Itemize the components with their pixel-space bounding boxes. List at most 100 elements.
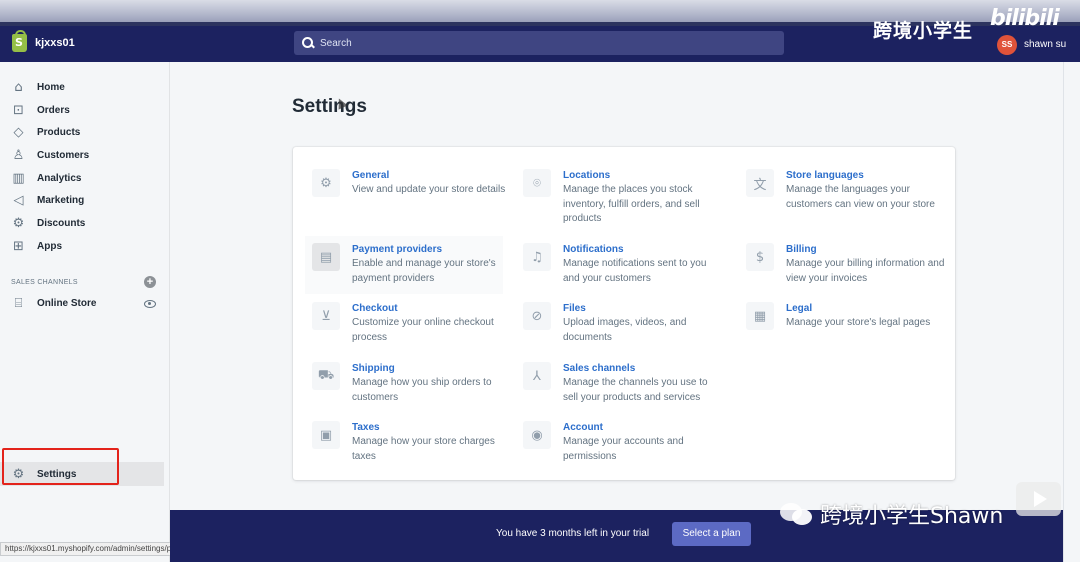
megaphone-icon: ◁	[13, 193, 24, 209]
page-title: Settings	[292, 96, 367, 117]
tile-title: General	[352, 170, 390, 181]
wechat-icon	[780, 501, 814, 527]
sidebar-item-products[interactable]: ◇ Products	[0, 121, 170, 144]
tile-desc: Manage the channels you use to sell your…	[563, 377, 708, 403]
select-plan-button[interactable]: Select a plan	[672, 522, 751, 546]
tile-title: Store languages	[786, 170, 864, 181]
tile-notifications[interactable]: ♫ Notifications Manage notifications sen…	[523, 243, 723, 286]
sidebar-item-label: Discounts	[37, 217, 86, 229]
orders-icon: ⊡	[13, 102, 24, 118]
tile-taxes[interactable]: ▣ Taxes Manage how your store charges ta…	[312, 421, 512, 464]
tile-checkout[interactable]: ⊻ Checkout Customize your online checkou…	[312, 302, 512, 345]
tile-store-languages[interactable]: 文 Store languages Manage the languages y…	[746, 169, 946, 212]
account-icon: ◉	[523, 421, 551, 449]
tile-title: Payment providers	[352, 244, 443, 255]
search-input[interactable]: Search	[294, 31, 784, 55]
sidebar-item-marketing[interactable]: ◁ Marketing	[0, 189, 170, 212]
search-icon	[302, 37, 314, 49]
home-icon: ⌂	[14, 79, 23, 95]
sidebar-item-label: Products	[37, 127, 81, 139]
sidebar-item-online-store[interactable]: ⌸ Online Store	[11, 296, 156, 311]
tile-title: Locations	[563, 170, 611, 181]
store-icon: ⌸	[14, 296, 23, 311]
user-name[interactable]: shawn su	[1024, 39, 1066, 50]
location-pin-icon: ⌾	[523, 169, 551, 197]
tile-payment-providers[interactable]: ▤ Payment providers Enable and manage yo…	[305, 236, 503, 294]
trial-text: You have 3 months left in your trial	[496, 528, 650, 539]
watermark-text: 跨境小学生	[873, 20, 974, 42]
tile-desc: Manage how you ship orders to customers	[352, 377, 492, 403]
billing-icon: $	[746, 243, 774, 271]
legal-icon: ▦	[746, 302, 774, 330]
taxes-icon: ▣	[312, 421, 340, 449]
bilibili-logo: bilibili	[990, 6, 1060, 31]
tile-legal[interactable]: ▦ Legal Manage your store's legal pages	[746, 302, 946, 331]
shopify-logo-icon	[12, 30, 27, 52]
eye-icon[interactable]	[144, 299, 156, 308]
search-placeholder: Search	[320, 37, 352, 49]
tile-title: Billing	[786, 244, 817, 255]
tile-shipping[interactable]: ⛟ Shipping Manage how you ship orders to…	[312, 362, 512, 405]
tile-desc: Enable and manage your store's payment p…	[352, 258, 496, 284]
truck-icon: ⛟	[312, 362, 340, 390]
tile-title: Files	[563, 303, 586, 314]
discount-icon: ⚙	[12, 215, 25, 231]
tile-desc: Customize your online checkout process	[352, 317, 494, 343]
tile-locations[interactable]: ⌾ Locations Manage the places you stock …	[523, 169, 723, 227]
sidebar-item-label: Home	[37, 81, 65, 93]
play-icon	[1016, 482, 1061, 516]
tile-billing[interactable]: $ Billing Manage your billing informatio…	[746, 243, 946, 286]
sidebar-item-orders[interactable]: ⊡ Orders	[0, 99, 170, 122]
avatar[interactable]: SS	[997, 35, 1017, 55]
tile-desc: Upload images, videos, and documents	[563, 317, 687, 343]
sales-channels-header: SALES CHANNELS +	[11, 276, 156, 288]
tile-title: Notifications	[563, 244, 624, 255]
sidebar-item-home[interactable]: ⌂ Home	[0, 76, 170, 99]
tile-desc: Manage the languages your customers can …	[786, 184, 935, 210]
person-icon: ♙	[12, 147, 25, 163]
sidebar-item-apps[interactable]: ⊞ Apps	[0, 235, 170, 258]
tile-title: Taxes	[352, 422, 380, 433]
apps-icon: ⊞	[13, 238, 24, 254]
tile-desc: Manage your billing information and view…	[786, 258, 945, 284]
tile-desc: Manage your store's legal pages	[786, 317, 931, 328]
watermark-overlay: 跨境小学生Shawn	[780, 498, 1003, 530]
sidebar-item-analytics[interactable]: ▥ Analytics	[0, 167, 170, 190]
tile-desc: Manage how your store charges taxes	[352, 436, 495, 462]
tile-title: Checkout	[352, 303, 398, 314]
sidebar: ⌂ Home ⊡ Orders ◇ Products ♙ Customers ▥…	[0, 62, 170, 562]
sidebar-item-label: Customers	[37, 149, 90, 161]
translate-icon: 文	[746, 169, 774, 197]
store-name: kjxxs01	[35, 37, 75, 49]
settings-card: ⚙ General View and update your store det…	[293, 147, 955, 480]
tile-files[interactable]: ⊘ Files Upload images, videos, and docum…	[523, 302, 723, 345]
add-channel-icon[interactable]: +	[144, 276, 156, 288]
store-switcher[interactable]: kjxxs01	[12, 30, 75, 52]
tile-desc: Manage your accounts and permissions	[563, 436, 684, 462]
tile-title: Legal	[786, 303, 813, 314]
tile-general[interactable]: ⚙ General View and update your store det…	[312, 169, 512, 198]
sidebar-nav: ⌂ Home ⊡ Orders ◇ Products ♙ Customers ▥…	[0, 76, 170, 258]
watermark-text-2: 跨境小学生Shawn	[820, 504, 1004, 529]
tile-title: Shipping	[352, 363, 395, 374]
tile-sales-channels[interactable]: ⅄ Sales channels Manage the channels you…	[523, 362, 723, 405]
cart-icon: ⊻	[312, 302, 340, 330]
gear-icon: ⚙	[312, 169, 340, 197]
bell-icon: ♫	[523, 243, 551, 271]
sales-channels-label: SALES CHANNELS	[11, 278, 78, 286]
payment-icon: ▤	[312, 243, 340, 271]
tile-account[interactable]: ◉ Account Manage your accounts and permi…	[523, 421, 723, 464]
sidebar-item-label: Orders	[37, 104, 70, 116]
tile-title: Sales channels	[563, 363, 636, 374]
sidebar-item-discounts[interactable]: ⚙ Discounts	[0, 212, 170, 235]
channels-icon: ⅄	[523, 362, 551, 390]
tile-desc: Manage notifications sent to you and you…	[563, 258, 707, 284]
sidebar-item-label: Marketing	[37, 195, 85, 207]
scrollbar-track[interactable]	[1063, 62, 1080, 562]
sidebar-item-label: Online Store	[37, 298, 97, 309]
sidebar-item-customers[interactable]: ♙ Customers	[0, 144, 170, 167]
bar-chart-icon: ▥	[12, 170, 25, 186]
tile-desc: Manage the places you stock inventory, f…	[563, 184, 700, 224]
tile-title: Account	[563, 422, 603, 433]
tag-icon: ◇	[13, 125, 24, 141]
